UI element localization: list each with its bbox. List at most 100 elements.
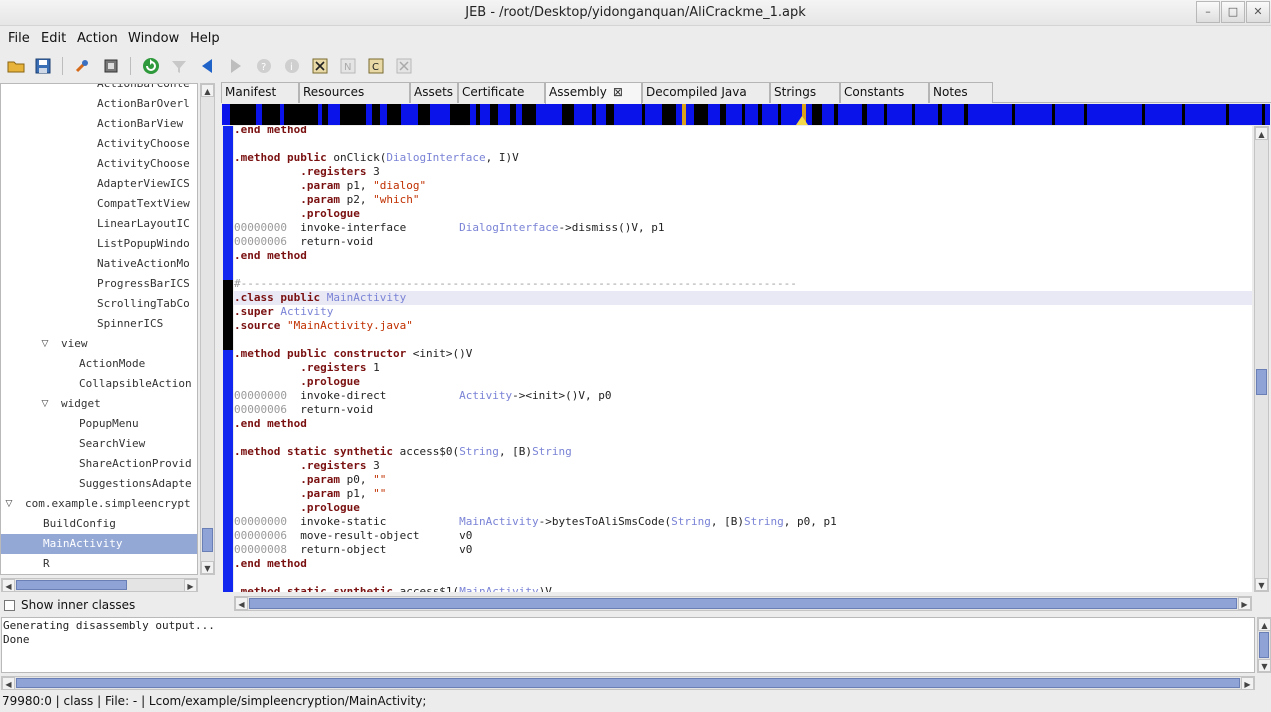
tree-package-simpleencrypt[interactable]: com.example.simpleencrypt [25, 494, 191, 514]
code-line[interactable]: .registers 3 [234, 165, 1252, 179]
properties-button[interactable] [101, 56, 121, 76]
code-line[interactable]: .param p0, "" [234, 473, 1252, 487]
code-line[interactable]: 00000006 move-result-object v0 [234, 529, 1252, 543]
cross-ref-button[interactable] [310, 56, 330, 76]
navigate-forward-button[interactable] [226, 56, 246, 76]
filter-button[interactable] [169, 56, 189, 76]
tree-node[interactable]: ActivityChoose [97, 134, 190, 154]
scroll-right-icon[interactable]: ▶ [1241, 677, 1254, 690]
code-line[interactable]: 00000000 invoke-interface DialogInterfac… [234, 221, 1252, 235]
tree-node[interactable]: ActivityChoose [97, 154, 190, 174]
scroll-up-icon[interactable]: ▲ [1255, 127, 1268, 140]
scroll-up-icon[interactable]: ▲ [1258, 618, 1271, 631]
tree-vertical-scrollbar[interactable]: ▲ ▼ [200, 83, 215, 575]
tree-hscroll-thumb[interactable] [16, 580, 127, 590]
scroll-right-icon[interactable]: ▶ [1238, 597, 1251, 610]
code-line[interactable]: 00000006 return-void [234, 403, 1252, 417]
tree-node[interactable]: BuildConfig [43, 514, 116, 534]
tree-package-view[interactable]: view [61, 334, 88, 354]
comment-button[interactable]: C [366, 56, 386, 76]
tree-horizontal-scrollbar[interactable]: ◀ ▶ [1, 578, 198, 592]
code-line[interactable]: 00000000 invoke-direct Activity-><init>(… [234, 389, 1252, 403]
console-vscroll-thumb[interactable] [1259, 632, 1269, 658]
class-tree[interactable]: ActionBarConte ActionBarOverl ActionBarV… [0, 83, 198, 575]
navigate-back-button[interactable] [197, 56, 217, 76]
menu-action[interactable]: Action [77, 31, 118, 46]
info-button[interactable]: i [282, 56, 302, 76]
menu-window[interactable]: Window [128, 31, 179, 46]
code-line[interactable]: .param p1, "dialog" [234, 179, 1252, 193]
assembly-code-view[interactable]: .end method .method public onClick(Dialo… [234, 126, 1252, 592]
expand-toggle-icon[interactable]: ▽ [39, 334, 51, 354]
tree-node[interactable]: AdapterViewICS [97, 174, 190, 194]
tree-node[interactable]: SpinnerICS [97, 314, 163, 334]
help-button[interactable]: ? [254, 56, 274, 76]
console-hscroll-thumb[interactable] [16, 678, 1240, 688]
show-inner-classes-row[interactable]: Show inner classes [4, 596, 135, 614]
tree-node[interactable]: SearchView [79, 434, 145, 454]
tree-node[interactable]: ActionMode [79, 354, 145, 374]
code-line[interactable]: .end method [234, 417, 1252, 431]
tab-strings[interactable]: Strings [770, 82, 840, 103]
tree-node[interactable]: ScrollingTabCo [97, 294, 190, 314]
console-vertical-scrollbar[interactable]: ▲ ▼ [1257, 617, 1271, 673]
rename-button[interactable]: N [338, 56, 358, 76]
code-line[interactable]: .source "MainActivity.java" [234, 319, 1252, 333]
tab-manifest[interactable]: Manifest [221, 82, 299, 103]
delete-button[interactable] [394, 56, 414, 76]
code-line[interactable]: .param p1, "" [234, 487, 1252, 501]
code-line-highlighted[interactable]: .class public MainActivity [234, 291, 1252, 305]
tree-node[interactable]: ActionBarOverl [97, 94, 190, 114]
code-line[interactable]: .method static synthetic access$1(MainAc… [234, 585, 1252, 592]
tree-package-widget[interactable]: widget [61, 394, 101, 414]
tree-node[interactable]: CollapsibleAction [79, 374, 192, 394]
tree-node-selected[interactable]: MainActivity [1, 534, 197, 554]
bytecode-navigation-bar[interactable] [222, 104, 1270, 125]
tab-notes[interactable]: Notes [929, 82, 993, 103]
refresh-button[interactable] [141, 56, 161, 76]
tree-node[interactable]: ActionBarView [97, 114, 183, 134]
expand-toggle-icon[interactable]: ▽ [3, 494, 15, 514]
tab-resources[interactable]: Resources [299, 82, 410, 103]
code-line[interactable]: .end method [234, 557, 1252, 571]
code-line[interactable]: .method public constructor <init>()V [234, 347, 1252, 361]
tree-node[interactable]: NativeActionMo [97, 254, 190, 274]
menu-edit[interactable]: Edit [41, 31, 66, 46]
show-inner-classes-checkbox[interactable] [4, 599, 15, 611]
tree-node[interactable]: R [43, 554, 50, 574]
open-file-button[interactable] [6, 56, 26, 76]
tree-node[interactable]: SuggestionsAdapte [79, 474, 192, 494]
scroll-down-icon[interactable]: ▼ [201, 561, 214, 574]
code-line[interactable]: 00000008 return-object v0 [234, 543, 1252, 557]
console-horizontal-scrollbar[interactable]: ◀ ▶ [1, 676, 1255, 690]
tree-node[interactable]: PopupMenu [79, 414, 139, 434]
code-line[interactable]: .prologue [234, 207, 1252, 221]
code-line[interactable]: 00000006 return-void [234, 235, 1252, 249]
close-tab-icon[interactable]: ⊠ [613, 85, 623, 99]
code-line[interactable]: #---------------------------------------… [234, 277, 1252, 291]
tree-node[interactable]: ShareActionProvid [79, 454, 192, 474]
options-button[interactable] [72, 56, 92, 76]
scroll-left-icon[interactable]: ◀ [235, 597, 248, 610]
tree-node[interactable]: LinearLayoutIC [97, 214, 190, 234]
close-button[interactable]: ✕ [1246, 1, 1270, 23]
menu-help[interactable]: Help [190, 31, 220, 46]
scroll-down-icon[interactable]: ▼ [1258, 659, 1271, 672]
code-line[interactable]: .prologue [234, 501, 1252, 515]
code-line[interactable]: .param p2, "which" [234, 193, 1252, 207]
tab-decompiled-java[interactable]: Decompiled Java [642, 82, 770, 103]
scroll-right-icon[interactable]: ▶ [184, 579, 197, 592]
code-line[interactable]: .method public onClick(DialogInterface, … [234, 151, 1252, 165]
tree-node[interactable]: ProgressBarICS [97, 274, 190, 294]
scroll-down-icon[interactable]: ▼ [1255, 578, 1268, 591]
tree-node[interactable]: ListPopupWindo [97, 234, 190, 254]
tab-assembly[interactable]: Assembly ⊠ [545, 82, 642, 104]
save-button[interactable] [33, 56, 53, 76]
scroll-up-icon[interactable]: ▲ [201, 84, 214, 97]
code-line[interactable]: .end method [234, 126, 1252, 137]
code-line[interactable]: 00000000 invoke-static MainActivity->byt… [234, 515, 1252, 529]
code-hscroll-thumb[interactable] [249, 598, 1237, 609]
code-line[interactable]: .super Activity [234, 305, 1252, 319]
scroll-left-icon[interactable]: ◀ [2, 677, 15, 690]
code-vertical-scrollbar[interactable]: ▲ ▼ [1254, 126, 1269, 592]
